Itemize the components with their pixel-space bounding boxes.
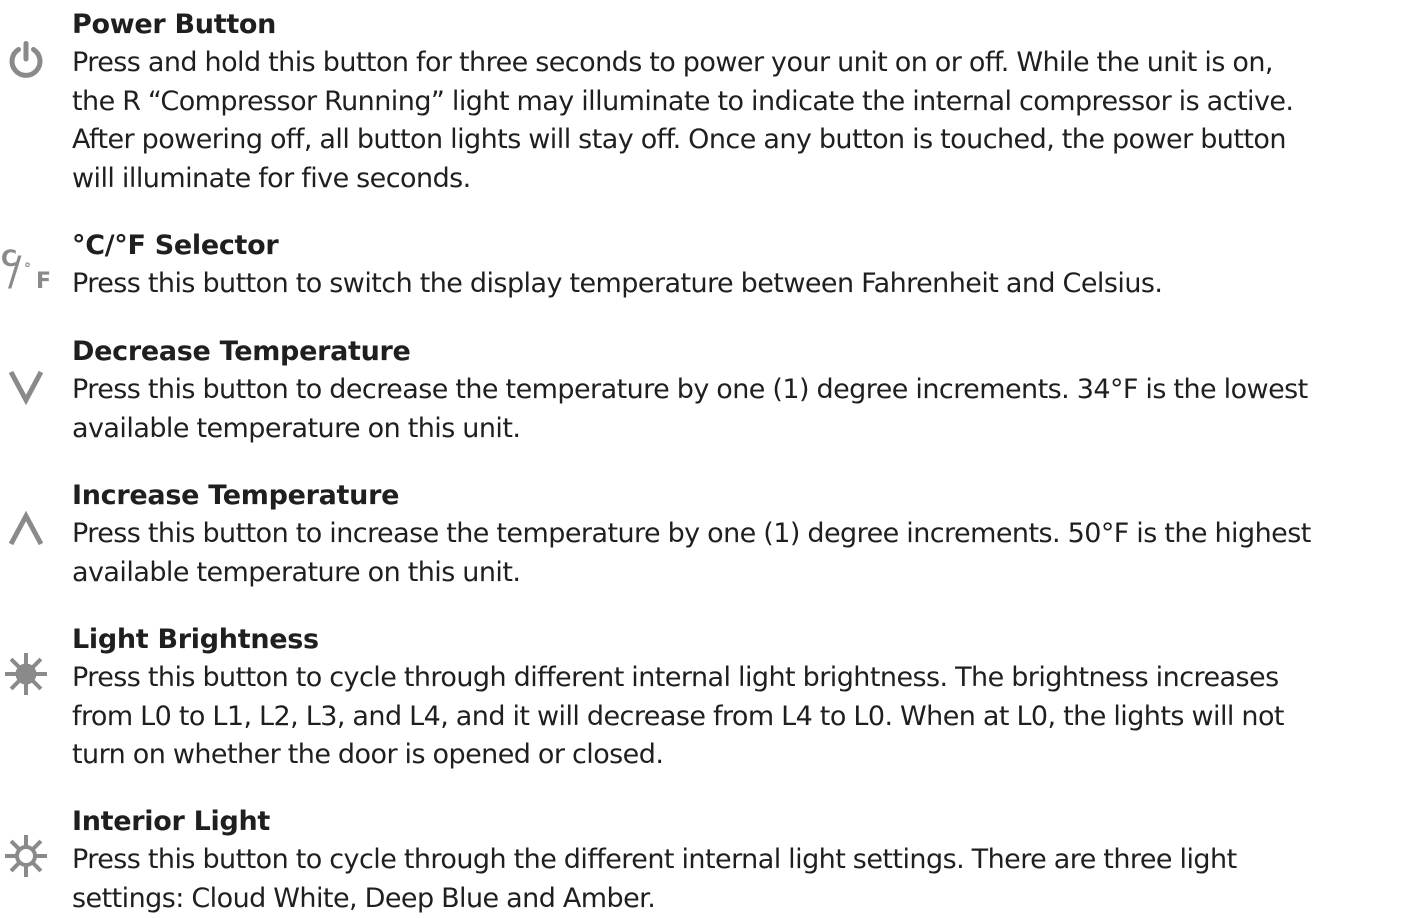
description-line: Press and hold this button for three sec… — [72, 47, 1274, 78]
section-description: Press this button to cycle through the d… — [72, 841, 1237, 918]
celsius-fahrenheit-icon: C / ° F — [0, 247, 52, 299]
description-line: Press this button to cycle through diffe… — [72, 662, 1279, 693]
section-title: Increase Temperature — [72, 480, 400, 511]
icon-slash: / — [8, 249, 22, 295]
section-description: Press this button to increase the temper… — [72, 515, 1311, 592]
chevron-down-icon — [0, 366, 52, 406]
icon-letter-f: F — [36, 269, 52, 294]
description-line: available temperature on this unit. — [72, 556, 521, 588]
description-line: Press this button to cycle through the d… — [72, 844, 1237, 875]
description-line: Press this button to decrease the temper… — [72, 374, 1308, 405]
icon-degree: ° — [24, 261, 31, 277]
description-line: After powering off, all button lights wi… — [72, 124, 1287, 156]
celsius-fahrenheit-glyph: C / ° F — [0, 247, 52, 299]
power-icon — [0, 40, 52, 80]
brightness-icon — [0, 653, 52, 695]
section-title: Decrease Temperature — [72, 336, 411, 367]
chevron-up-icon — [0, 510, 52, 550]
section-title: °C/°F Selector — [72, 230, 279, 261]
section-description: Press this button to cycle through diffe… — [72, 659, 1285, 775]
interior-light-icon — [0, 835, 52, 877]
description-line: from L0 to L1, L2, L3, and L4, and it wi… — [72, 700, 1285, 732]
description-line: available temperature on this unit. — [72, 412, 521, 444]
section-description: Press and hold this button for three sec… — [72, 44, 1294, 198]
description-line: Press this button to switch the display … — [72, 268, 1163, 299]
section-title: Interior Light — [72, 806, 271, 837]
description-line: settings: Cloud White, Deep Blue and Amb… — [72, 882, 656, 914]
description-line: the R “Compressor Running” light may ill… — [72, 85, 1294, 117]
description-line: turn on whether the door is opened or cl… — [72, 739, 664, 771]
section-title: Light Brightness — [72, 624, 319, 655]
section-description: Press this button to switch the display … — [72, 265, 1163, 304]
section-description: Press this button to decrease the temper… — [72, 371, 1308, 448]
description-line: Press this button to increase the temper… — [72, 518, 1311, 549]
description-line: will illuminate for five seconds. — [72, 162, 471, 194]
section-title: Power Button — [72, 9, 277, 40]
